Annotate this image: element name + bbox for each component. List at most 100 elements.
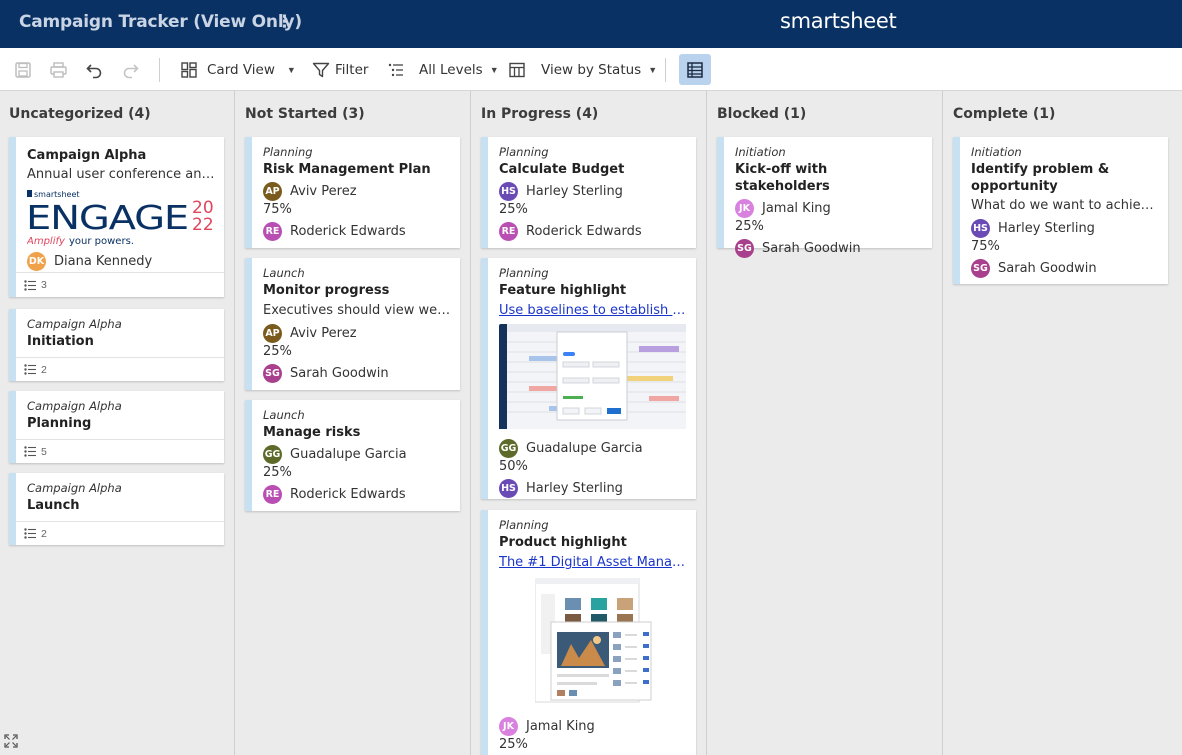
assignee: JK Jamal King <box>499 715 688 737</box>
card-title: Campaign Alpha <box>27 148 147 163</box>
assignee: HS Harley Sterling <box>499 477 688 499</box>
filter-label: Filter <box>335 61 369 78</box>
card-category: Initiation <box>735 145 786 159</box>
card-description: Annual user conference and webinar <box>27 167 216 182</box>
levels-dropdown[interactable]: All Levels ▼ <box>387 48 499 91</box>
subtask-count: 2 <box>41 527 47 540</box>
sheet-title[interactable]: Campaign Tracker (View Only) <box>19 12 302 32</box>
card-title: Manage risks <box>263 425 361 440</box>
assignee-name: Roderick Edwards <box>290 486 406 502</box>
avatar: RE <box>499 221 518 241</box>
avatar: AP <box>263 181 282 201</box>
card-initiation[interactable]: Campaign Alpha Initiation 2 <box>9 309 224 381</box>
redo-button[interactable] <box>121 48 140 91</box>
card-campaign-alpha[interactable]: Campaign Alpha Annual user conference an… <box>9 137 224 297</box>
card-calculate-budget[interactable]: Planning Calculate Budget HS Harley Sterl… <box>481 137 696 248</box>
card-link[interactable]: The #1 Digital Asset Management tool <box>499 553 688 573</box>
view-by-dropdown[interactable]: View by Status ▼ <box>508 48 657 91</box>
card-footer: 2 <box>16 357 224 381</box>
grid-view-toggle[interactable] <box>679 54 711 85</box>
card-category: Campaign Alpha <box>27 317 122 331</box>
assignee-name: Roderick Edwards <box>290 223 406 239</box>
card-category: Campaign Alpha <box>27 399 122 413</box>
card-planning[interactable]: Campaign Alpha Planning 5 <box>9 391 224 463</box>
engage-2022-logo: smartsheet ENGAGE 20 22 Amplify your pow… <box>26 189 216 247</box>
subtask-count: 2 <box>41 363 47 376</box>
avatar: SG <box>971 258 990 278</box>
subtask-list-icon <box>24 364 36 375</box>
card-title: Risk Management Plan <box>263 162 431 177</box>
more-menu-icon[interactable]: ⋮ <box>276 12 293 32</box>
chevron-down-icon: ▼ <box>648 64 658 75</box>
grid-icon <box>509 62 525 77</box>
avatar: SG <box>735 238 754 258</box>
card-risk-management-plan[interactable]: Planning Risk Management Plan AP Aviv Per… <box>245 137 460 248</box>
chevron-down-icon: ▼ <box>286 64 296 75</box>
filter-button[interactable]: Filter <box>312 48 368 91</box>
chevron-down-icon: ▼ <box>489 64 499 75</box>
assignee: SG Sarah Goodwin <box>263 362 452 384</box>
card-kick-off-with-stakeholders[interactable]: Initiation Kick-off with stakeholders JK… <box>717 137 932 258</box>
card-title: Product highlight <box>499 535 627 550</box>
logo-word: ENGAGE <box>27 198 188 237</box>
card-monitor-progress[interactable]: Launch Monitor progress Executives shoul… <box>245 258 460 390</box>
card-feature-highlight[interactable]: Planning Feature highlight Use baselines… <box>481 258 696 499</box>
lane-not-started: Not Started (3) Planning Risk Management… <box>235 91 471 755</box>
assignee: RE Roderick Edwards <box>263 483 452 505</box>
card-identify-problem-opportunity[interactable]: Initiation Identify problem & opportunit… <box>953 137 1168 284</box>
percent-complete: 25% <box>263 344 292 359</box>
assignee-name: Sarah Goodwin <box>762 240 861 256</box>
assignee: RE Roderick Edwards <box>263 220 452 242</box>
card-description: Executives should view weekly reports <box>263 303 452 318</box>
lane-uncategorized: Uncategorized (4) Campaign Alpha Annual … <box>0 91 235 755</box>
percent-complete: 25% <box>735 219 764 234</box>
card-footer: 5 <box>16 439 224 463</box>
percent-complete: 75% <box>971 239 1000 254</box>
lane-title: In Progress (4) <box>481 106 599 122</box>
print-button[interactable] <box>49 48 68 91</box>
assignee-name: Harley Sterling <box>526 183 623 199</box>
card-manage-risks[interactable]: Launch Manage risks GG Guadalupe Garcia 2… <box>245 400 460 511</box>
assignee: AP Aviv Perez <box>263 180 452 202</box>
card-link[interactable]: Use baselines to establish the timeline <box>499 301 688 321</box>
expand-icon[interactable] <box>4 734 18 753</box>
card-description: What do we want to achieve? <box>971 198 1160 213</box>
undo-button[interactable] <box>85 48 104 91</box>
percent-complete: 25% <box>499 202 528 217</box>
avatar: JK <box>735 198 754 218</box>
assignee-name: Aviv Perez <box>290 325 357 341</box>
assignee: GG Guadalupe Garcia <box>263 443 452 465</box>
avatar: RE <box>263 484 282 504</box>
avatar: AP <box>263 323 282 343</box>
card-category: Planning <box>263 145 313 159</box>
assignee: HS Harley Sterling <box>499 180 688 202</box>
card-launch[interactable]: Campaign Alpha Launch 2 <box>9 473 224 545</box>
logo-year-bottom: 22 <box>192 215 214 235</box>
card-category: Planning <box>499 266 549 280</box>
save-icon <box>15 61 31 78</box>
card-board: Uncategorized (4) Campaign Alpha Annual … <box>0 91 1182 755</box>
card-title: Initiation <box>27 334 94 349</box>
assignee-name: Harley Sterling <box>526 480 623 496</box>
assignee: SG Sarah Goodwin <box>735 237 924 259</box>
avatar: HS <box>499 181 518 201</box>
avatar: HS <box>971 218 990 238</box>
undo-icon <box>86 63 102 78</box>
save-button[interactable] <box>14 48 32 91</box>
card-title: Calculate Budget <box>499 162 625 177</box>
percent-complete: 25% <box>499 737 528 752</box>
card-view-dropdown[interactable]: Card View ▼ <box>180 48 296 91</box>
assignee: GG Guadalupe Garcia <box>499 437 688 459</box>
assignee-name: Roderick Edwards <box>526 223 642 239</box>
card-product-highlight[interactable]: Planning Product highlight The #1 Digita… <box>481 510 696 755</box>
logo-tagline-em: Amplify <box>27 236 66 247</box>
subtask-list-icon <box>24 446 36 457</box>
asset-management-screenshot-image <box>499 578 688 715</box>
card-category: Launch <box>263 408 305 422</box>
avatar: GG <box>263 444 282 464</box>
assignee-name: Sarah Goodwin <box>998 260 1097 276</box>
lane-blocked: Blocked (1) Initiation Kick-off with sta… <box>707 91 943 755</box>
avatar: SG <box>263 363 282 383</box>
assignee: HS Harley Sterling <box>971 217 1160 239</box>
grid-view-icon <box>687 61 703 78</box>
